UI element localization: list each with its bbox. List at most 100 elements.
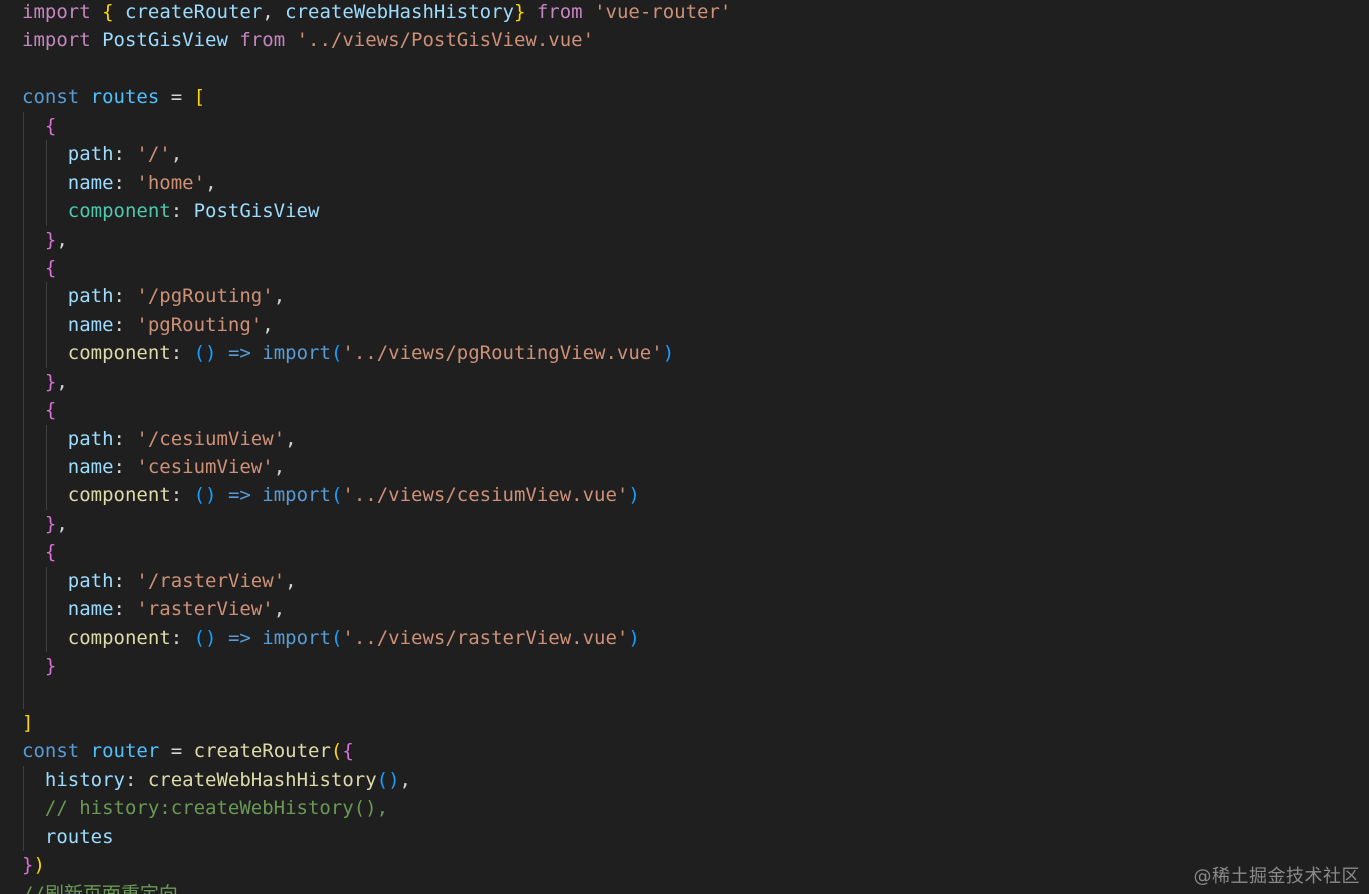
indent-guide (23, 453, 24, 482)
code-line[interactable]: }, (22, 509, 731, 539)
code-token: path (67, 427, 114, 450)
code-editor[interactable]: import { createRouter, createWebHashHist… (0, 0, 1369, 894)
code-token: () (376, 768, 400, 791)
code-line[interactable]: name: 'pgRouting', (22, 310, 731, 340)
code-token: } (44, 512, 57, 535)
code-token: ) (628, 626, 640, 649)
code-line[interactable] (22, 680, 731, 709)
indent-guide (46, 453, 47, 482)
code-token: { (44, 541, 57, 564)
code-line[interactable]: component: () => import('../views/cesium… (22, 481, 731, 510)
code-line[interactable]: { (22, 111, 731, 141)
code-line[interactable]: }, (22, 225, 731, 254)
code-token: // history:createWebHistory(), (44, 797, 389, 820)
indent-guide (46, 623, 47, 653)
code-token: '/pgRouting' (136, 285, 274, 308)
code-token: '/cesiumView' (136, 427, 286, 450)
code-token: path (67, 569, 114, 592)
code-line[interactable]: { (22, 253, 731, 283)
indent-guide (23, 509, 24, 539)
indent-guide (23, 339, 24, 368)
code-token: createWebHashHistory (147, 768, 377, 791)
code-line[interactable]: // history:createWebHistory(), (22, 794, 731, 823)
code-line[interactable]: import { createRouter, createWebHashHist… (22, 0, 731, 26)
code-token: : (113, 598, 137, 621)
code-token: , (170, 143, 183, 166)
code-area[interactable]: import { createRouter, createWebHashHist… (22, 0, 731, 894)
code-token: 'cesiumView' (136, 456, 274, 478)
code-token: , (285, 427, 297, 450)
code-token: () (193, 342, 217, 365)
code-line[interactable]: component: () => import('../views/pgRout… (22, 339, 731, 368)
code-line[interactable]: const router = createRouter({ (22, 737, 731, 765)
code-token: '/' (136, 143, 171, 166)
code-line[interactable]: }) (22, 851, 731, 879)
code-line[interactable]: history: createWebHashHistory(), (22, 765, 731, 795)
indent-guide (23, 680, 24, 709)
code-token: [ (193, 86, 206, 109)
code-line[interactable]: }, (22, 367, 731, 397)
code-token: , (56, 512, 68, 535)
indent-guide (23, 253, 24, 283)
indent-guide (23, 225, 24, 254)
code-line[interactable]: path: '/rasterView', (22, 566, 731, 596)
code-line[interactable]: routes (22, 822, 731, 852)
code-line[interactable]: name: 'home', (22, 168, 731, 198)
code-token: const (22, 740, 80, 763)
code-line[interactable]: } (22, 652, 731, 681)
code-token: import (262, 626, 331, 649)
code-line[interactable]: //刷新页面重定向 (22, 880, 731, 894)
indent-guide (23, 623, 24, 653)
indent-guide (23, 310, 24, 340)
indent-guide (46, 282, 47, 311)
code-token: : (170, 342, 194, 365)
code-token: , (285, 569, 297, 592)
code-line[interactable] (22, 55, 731, 83)
code-line[interactable]: { (22, 538, 731, 567)
code-token: name (67, 598, 114, 621)
code-line[interactable]: import PostGisView from '../views/PostGi… (22, 26, 731, 54)
code-line[interactable]: ] (22, 709, 731, 737)
code-token: name (67, 171, 114, 194)
code-token: 'pgRouting' (136, 313, 263, 336)
code-token: from (536, 1, 583, 23)
code-token: { (44, 256, 57, 279)
code-token: '/rasterView' (136, 569, 286, 592)
code-line[interactable]: component: PostGisView (22, 197, 731, 226)
code-token: , (262, 1, 286, 23)
code-token: 'home' (136, 171, 206, 194)
code-line[interactable]: component: () => import('../views/raster… (22, 623, 731, 653)
code-line[interactable]: { (22, 396, 731, 425)
code-token: { (44, 399, 57, 422)
code-line[interactable]: path: '/cesiumView', (22, 424, 731, 453)
indent-guide (23, 140, 24, 169)
code-token: path (67, 285, 114, 308)
code-line[interactable]: name: 'rasterView', (22, 595, 731, 624)
code-line[interactable]: path: '/pgRouting', (22, 282, 731, 311)
code-token: component (67, 342, 171, 365)
code-line[interactable]: path: '/', (22, 140, 731, 169)
code-line[interactable]: name: 'cesiumView', (22, 453, 731, 482)
indent-guide (23, 595, 24, 624)
code-token: , (273, 456, 286, 478)
code-token: ) (662, 342, 675, 365)
code-token: , (205, 171, 217, 194)
code-token: ( (330, 484, 343, 507)
code-token: , (56, 370, 68, 393)
code-token: //刷新页面重定向 (22, 882, 178, 894)
code-line[interactable]: const routes = [ (22, 83, 731, 111)
code-token: ( (330, 626, 343, 649)
